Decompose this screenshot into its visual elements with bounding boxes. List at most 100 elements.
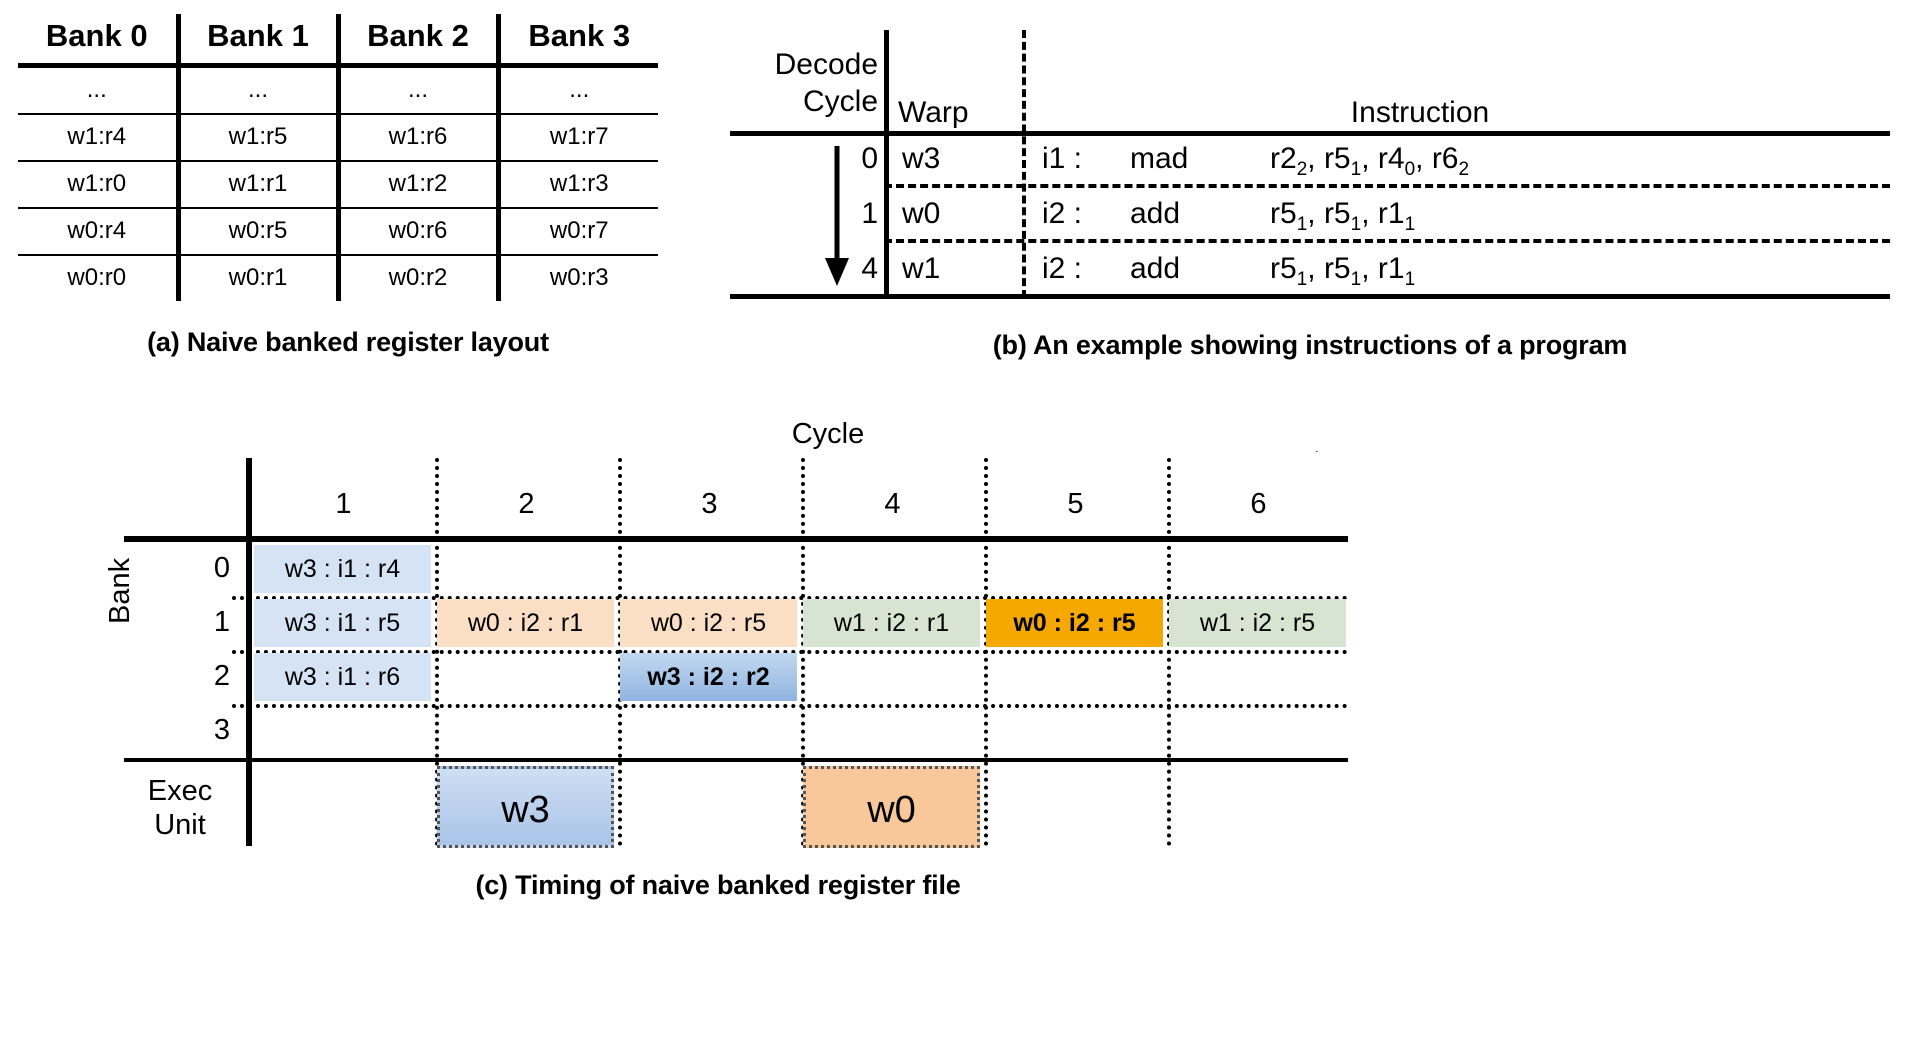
grid-header-rule [124, 536, 1348, 542]
decode-cycle-header: Decode Cycle [730, 46, 878, 120]
timing-cell: w1 : i2 : r1 [803, 599, 980, 647]
table-row: w0:r0 w0:r1 w0:r2 w0:r3 [18, 255, 658, 301]
table-row: ... ... ... ... [18, 65, 658, 115]
exec-unit-cell: w3 [437, 766, 614, 848]
decode-cycle-line2: Cycle [802, 85, 878, 118]
timing-cell: w3 : i1 : r4 [254, 545, 431, 593]
bank-cell: w0:r6 [338, 208, 501, 256]
cycle-column-header: 3 [701, 488, 718, 520]
timing-cell: w0 : i2 : r1 [437, 599, 614, 647]
bank-row-header: 2 [213, 660, 230, 692]
table-row: w1:r4 w1:r5 w1:r6 w1:r7 [18, 114, 658, 162]
bank-row-header: 1 [213, 606, 230, 638]
timing-cell: w3 : i1 : r5 [254, 599, 431, 647]
bank-cell: w0:r7 [498, 208, 658, 256]
decode-cycle-line1: Decode [774, 48, 878, 81]
bank-header-2: Bank 2 [338, 14, 501, 68]
panel-b-instruction-example: Decode Cycle Warp Instruction 0 w3 i1 : … [730, 18, 1890, 361]
warp-value: w0 [902, 197, 941, 230]
instruction-operands: r51, r51, r11 [1270, 252, 1415, 291]
bank-cell: w1:r7 [498, 114, 658, 162]
warp-value: w3 [902, 142, 941, 175]
operand: r62 [1431, 142, 1470, 180]
instruction-mnemonic: add [1130, 197, 1181, 230]
exec-label-line2: Unit [154, 809, 206, 841]
cycle-column-header: 5 [1067, 488, 1084, 520]
instruction-mnemonic: add [1130, 252, 1181, 285]
bank-header-1: Bank 1 [178, 14, 341, 68]
bank-table-header-row: Bank 0 Bank 1 Bank 2 Bank 3 [18, 14, 658, 68]
panel-b-caption: (b) An example showing instructions of a… [992, 330, 1628, 360]
cycle-column-header: 6 [1250, 488, 1267, 520]
exec-unit-cell: w0 [803, 766, 980, 848]
exec-label-line1: Exec [147, 775, 213, 807]
operand: r40, [1377, 142, 1432, 180]
instruction-header: Instruction [1350, 96, 1490, 129]
bank-cell: w1:r5 [178, 114, 341, 162]
table-row: w1:r0 w1:r1 w1:r2 w1:r3 [18, 161, 658, 209]
instruction-mnemonic: mad [1130, 142, 1189, 175]
bank-cell: ... [18, 65, 181, 115]
instruction-id: i2 : [1042, 197, 1083, 230]
instruction-table: Decode Cycle Warp Instruction 0 w3 i1 : … [730, 18, 1890, 308]
bank-cell: w0:r1 [178, 255, 341, 301]
bank-cell: w1:r0 [18, 161, 181, 209]
timing-cell: w3 : i2 : r2 [620, 653, 797, 701]
panel-a-caption: (a) Naive banked register layout [147, 327, 549, 357]
panel-c-caption: (c) Timing of naive banked register file [475, 870, 961, 900]
bank-cell: w0:r4 [18, 208, 181, 256]
instruction-row: 1 w0 i2 : add r51, r51, r11 [730, 197, 1890, 252]
bank-cell: w0:r3 [549, 264, 609, 291]
header-rule [730, 131, 1890, 136]
bank-header-0: Bank 0 [18, 14, 181, 68]
bank-cell: w1:r3 [498, 161, 658, 209]
bank-header-3: Bank 3 [498, 14, 658, 68]
bank-cell: ... [498, 65, 658, 115]
cycle-column-header: 2 [518, 488, 535, 520]
operand: r51, [1270, 252, 1324, 290]
cycle-axis-label: Cycle [308, 418, 1348, 451]
panel-a-naive-banked-register-layout: Bank 0 Bank 1 Bank 2 Bank 3 ... ... ... … [18, 14, 678, 358]
operand: r51, [1270, 197, 1324, 235]
operand: r51, [1323, 252, 1378, 290]
exec-unit-label: Exec Unit [128, 774, 232, 842]
timing-grid: Bank Exec Unit 1 2 3 4 5 6 0 1 2 3 w3 : i1 : r4 w3 … [18, 458, 1418, 848]
bank-cell: w0:r5 [178, 208, 341, 256]
operand: r11 [1377, 197, 1416, 235]
bank-cell: w1:r1 [178, 161, 341, 209]
timing-cell: w0 : i2 : r5 [986, 599, 1163, 647]
operand: r22, [1270, 142, 1324, 180]
decode-cycle-value: 4 [861, 252, 878, 285]
bank-cell: w0:r2 [338, 255, 501, 301]
grid-exec-rule [124, 758, 1348, 762]
timing-cell: w3 : i1 : r6 [254, 653, 431, 701]
instruction-id: i2 : [1042, 252, 1083, 285]
instruction-operands: r51, r51, r11 [1270, 197, 1415, 236]
operand: r11 [1377, 252, 1416, 290]
warp-header: Warp [898, 96, 969, 129]
cycle-column-header: 1 [335, 488, 352, 520]
bank-row-header: 0 [213, 552, 230, 584]
bank-axis-label: Bank [104, 557, 136, 624]
timing-cell: w1 : i2 : r5 [1169, 599, 1346, 647]
bank-cell: ... [178, 65, 341, 115]
instruction-operands: r22, r51, r40, r62 [1270, 142, 1469, 181]
table-row: w0:r4 w0:r5 w0:r6 w0:r7 [18, 208, 658, 256]
operand: r51, [1323, 142, 1378, 180]
warp-value: w1 [902, 252, 941, 285]
decode-cycle-value: 1 [861, 197, 878, 230]
timing-cell: w0 : i2 : r5 [620, 599, 797, 647]
operand: r51, [1323, 197, 1378, 235]
bank-cell: w1:r4 [18, 114, 181, 162]
bank-register-table: Bank 0 Bank 1 Bank 2 Bank 3 ... ... ... … [18, 14, 658, 301]
bank-cell: w0:r0 [18, 255, 181, 301]
bank-cell: ... [338, 65, 501, 115]
instruction-row: 4 w1 i2 : add r51, r51, r11 [730, 252, 1890, 307]
grid-row-divider [232, 704, 1348, 708]
bank-row-header: 3 [213, 714, 230, 746]
bank-cell: w1:r2 [338, 161, 501, 209]
cycle-column-header: 4 [884, 488, 901, 520]
bank-cell: w1:r6 [338, 114, 501, 162]
cycle-axis: Cycle [308, 418, 1348, 458]
instruction-row: 0 w3 i1 : mad r22, r51, r40, r62 [730, 142, 1890, 197]
